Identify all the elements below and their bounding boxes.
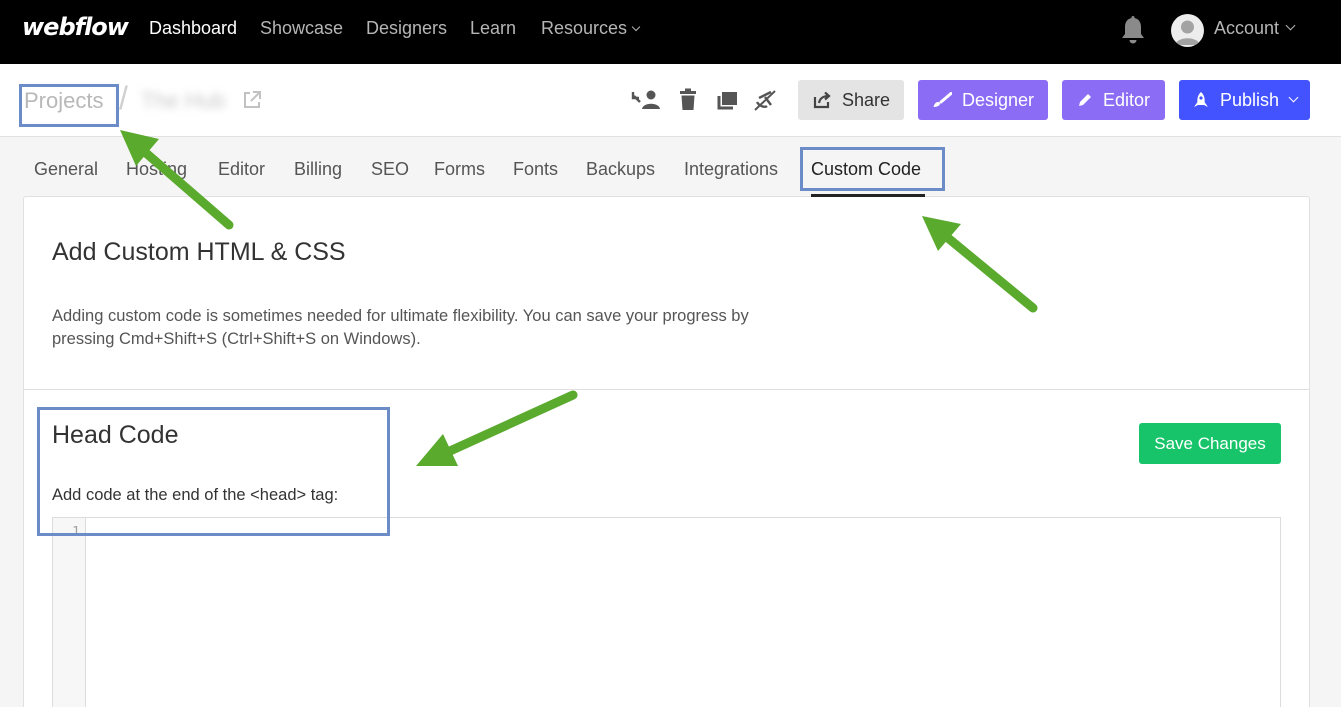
webflow-logo[interactable]: webflow: [22, 13, 129, 41]
tab-general[interactable]: General: [34, 159, 98, 180]
paintbrush-icon: [933, 92, 952, 107]
top-navigation-bar: webflow Dashboard Showcase Designers Lea…: [0, 0, 1341, 64]
annotation-box-custom-code: [800, 147, 945, 191]
chevron-down-icon[interactable]: [1285, 20, 1296, 31]
breadcrumb-separator: /: [119, 80, 128, 116]
tab-editor[interactable]: Editor: [218, 159, 265, 180]
editor-button[interactable]: Editor: [1062, 80, 1165, 120]
duplicate-icon[interactable]: [716, 88, 738, 112]
nav-link-dashboard[interactable]: Dashboard: [149, 18, 237, 39]
line-number-gutter: 1: [53, 518, 86, 707]
tab-hosting[interactable]: Hosting: [126, 159, 187, 180]
active-tab-indicator: [811, 194, 925, 197]
share-icon: [813, 91, 831, 109]
save-changes-button[interactable]: Save Changes: [1139, 423, 1281, 464]
archive-icon[interactable]: [753, 88, 777, 112]
bell-icon[interactable]: [1119, 15, 1147, 45]
editor-button-label: Editor: [1102, 89, 1151, 110]
pencil-icon: [1078, 94, 1091, 106]
tab-integrations[interactable]: Integrations: [684, 159, 778, 180]
external-link-icon[interactable]: [242, 90, 262, 110]
avatar[interactable]: [1171, 14, 1204, 47]
rocket-icon: [1193, 92, 1208, 107]
nav-link-designers[interactable]: Designers: [366, 18, 447, 39]
nav-link-resources-label: Resources: [541, 18, 628, 38]
breadcrumb-site-name: The Hub: [141, 88, 226, 113]
annotation-box-projects: [19, 84, 119, 127]
nav-link-showcase[interactable]: Showcase: [260, 18, 343, 39]
annotation-box-head-code: [37, 407, 390, 536]
tab-backups[interactable]: Backups: [586, 159, 655, 180]
account-menu[interactable]: Account: [1214, 18, 1279, 39]
chevron-down-icon: [1288, 92, 1299, 102]
nav-link-learn[interactable]: Learn: [470, 18, 516, 39]
section-divider: [24, 389, 1309, 390]
section-description: Adding custom code is sometimes needed f…: [52, 307, 749, 348]
section-title: Add Custom HTML & CSS: [52, 238, 346, 266]
trash-icon[interactable]: [679, 88, 697, 112]
tab-billing[interactable]: Billing: [294, 159, 342, 180]
head-code-editor[interactable]: 1: [52, 517, 1281, 707]
share-button[interactable]: Share: [798, 80, 904, 120]
project-header: Projects / The Hub Share Designer Editor…: [0, 64, 1341, 137]
tab-seo[interactable]: SEO: [371, 159, 409, 180]
publish-button[interactable]: Publish: [1179, 80, 1310, 120]
designer-button-label: Designer: [961, 89, 1035, 110]
tab-forms[interactable]: Forms: [434, 159, 485, 180]
share-button-label: Share: [841, 89, 891, 110]
chevron-down-icon: [631, 22, 641, 32]
designer-button[interactable]: Designer: [918, 80, 1048, 120]
transfer-user-icon[interactable]: [631, 88, 661, 112]
nav-link-resources[interactable]: Resources: [541, 18, 641, 39]
tab-fonts[interactable]: Fonts: [513, 159, 558, 180]
publish-button-label: Publish: [1219, 89, 1280, 110]
